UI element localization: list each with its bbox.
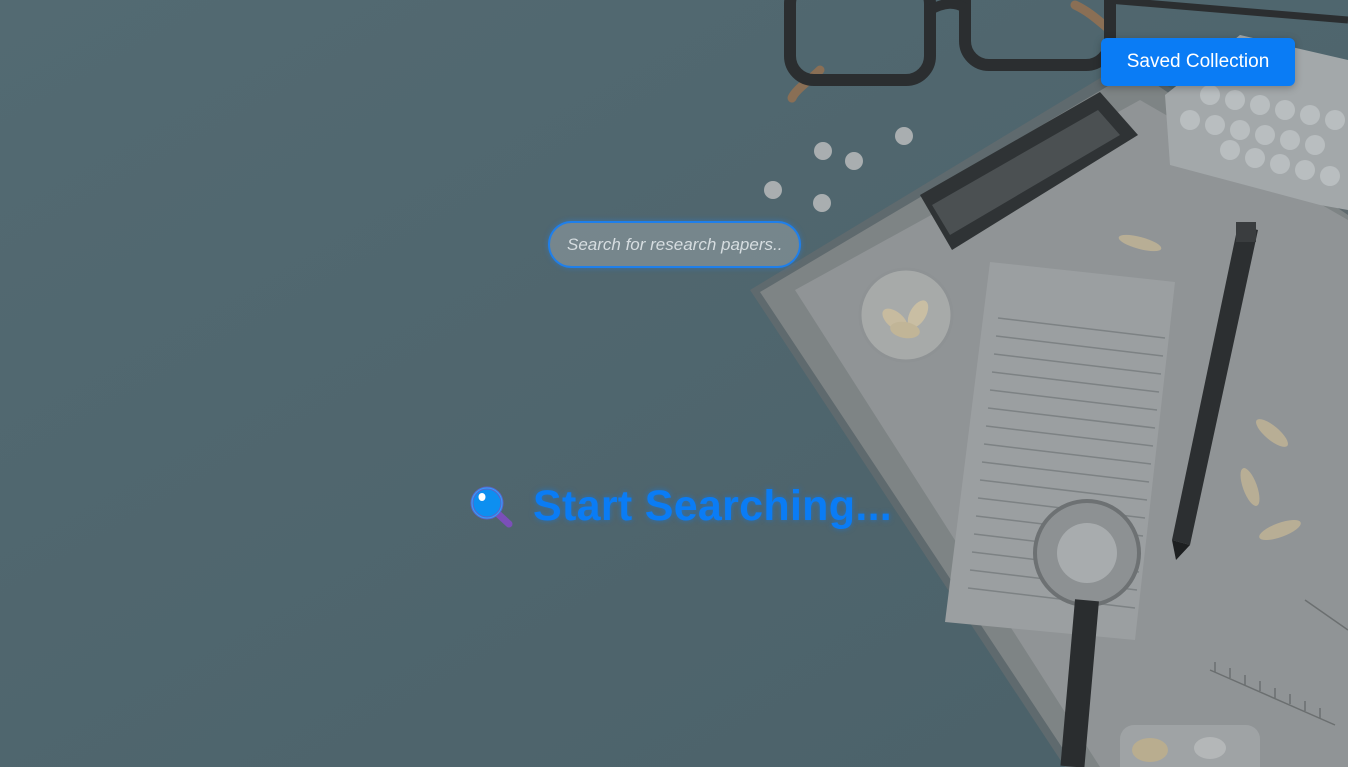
pill-box-shape xyxy=(1120,725,1260,767)
search-input[interactable] xyxy=(548,221,801,268)
background-image xyxy=(0,0,1348,767)
magnifier-icon xyxy=(468,482,516,530)
saved-collection-button[interactable]: Saved Collection xyxy=(1101,38,1295,86)
empty-state: Start Searching... xyxy=(468,478,892,534)
search-bar xyxy=(548,221,801,268)
empty-state-message: Start Searching... xyxy=(533,481,893,530)
app-root: Saved Collection Start Searching... xyxy=(0,0,1348,767)
pill-cup-shape xyxy=(858,267,954,363)
